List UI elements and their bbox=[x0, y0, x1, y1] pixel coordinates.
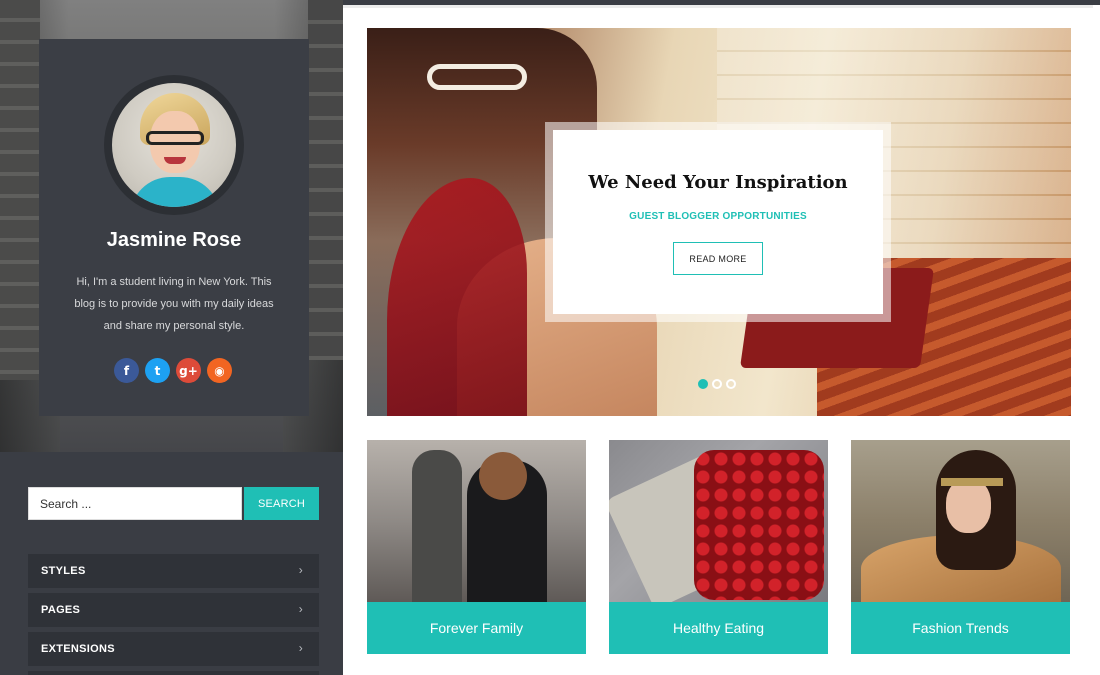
rss-icon[interactable]: ◉ bbox=[207, 358, 232, 383]
tile-image-family[interactable] bbox=[367, 440, 586, 602]
slider-dot-1[interactable] bbox=[698, 379, 708, 389]
avatar-shirt bbox=[130, 177, 220, 207]
hero-sunglasses bbox=[427, 64, 527, 90]
tile-label[interactable]: Fashion Trends bbox=[851, 602, 1070, 654]
sidebar-item-extensions[interactable]: EXTENSIONS › bbox=[28, 632, 319, 666]
sidebar-item-styles[interactable]: STYLES › bbox=[28, 554, 319, 588]
image-head bbox=[479, 452, 527, 500]
twitter-icon[interactable]: t bbox=[145, 358, 170, 383]
image-cherries bbox=[694, 450, 824, 600]
image-figure-child bbox=[412, 450, 462, 602]
building-right bbox=[308, 0, 343, 360]
hero-title: We Need Your Inspiration bbox=[588, 172, 848, 193]
sidebar-item-label: STYLES bbox=[41, 565, 86, 577]
hero-slider[interactable]: We Need Your Inspiration GUEST BLOGGER O… bbox=[367, 28, 1071, 416]
avatar[interactable] bbox=[112, 83, 236, 207]
hero-subtitle[interactable]: GUEST BLOGGER OPPORTUNITIES bbox=[553, 211, 883, 222]
main-content: We Need Your Inspiration GUEST BLOGGER O… bbox=[343, 0, 1100, 675]
avatar-glasses bbox=[146, 131, 204, 145]
avatar-mouth bbox=[164, 157, 186, 164]
image-headband bbox=[941, 478, 1003, 486]
sidebar-item-pages[interactable]: PAGES › bbox=[28, 593, 319, 627]
hero-caption-card: We Need Your Inspiration GUEST BLOGGER O… bbox=[545, 122, 891, 322]
chevron-right-icon: › bbox=[298, 641, 303, 655]
tile-label[interactable]: Forever Family bbox=[367, 602, 586, 654]
sidebar-item-label: EXTENSIONS bbox=[41, 643, 115, 655]
slider-dot-2[interactable] bbox=[712, 379, 722, 389]
tile-fashion-trends[interactable]: Fashion Trends bbox=[851, 440, 1070, 654]
avatar-ring bbox=[104, 75, 244, 215]
google-plus-icon[interactable]: g+ bbox=[176, 358, 201, 383]
chevron-right-icon: › bbox=[298, 602, 303, 616]
sidebar-item-label: PAGES bbox=[41, 604, 81, 616]
facebook-icon[interactable]: f bbox=[114, 358, 139, 383]
image-face bbox=[946, 478, 991, 533]
search-button[interactable]: SEARCH bbox=[244, 487, 319, 520]
social-links: f t g+ ◉ bbox=[114, 358, 238, 384]
top-divider bbox=[343, 5, 1093, 8]
slider-dot-3[interactable] bbox=[726, 379, 736, 389]
chevron-right-icon: › bbox=[298, 563, 303, 577]
search-input[interactable]: Search ... bbox=[28, 487, 242, 520]
slider-dots bbox=[698, 379, 736, 389]
hero-caption-inner: We Need Your Inspiration GUEST BLOGGER O… bbox=[553, 130, 883, 314]
tile-forever-family[interactable]: Forever Family bbox=[367, 440, 586, 654]
profile-card: Jasmine Rose Hi, I'm a student living in… bbox=[39, 39, 309, 416]
profile-name: Jasmine Rose bbox=[106, 229, 242, 251]
sidebar: Jasmine Rose Hi, I'm a student living in… bbox=[0, 0, 343, 675]
tile-image-fashion[interactable] bbox=[851, 440, 1070, 602]
read-more-button[interactable]: READ MORE bbox=[673, 242, 763, 275]
tile-label[interactable]: Healthy Eating bbox=[609, 602, 828, 654]
tile-healthy-eating[interactable]: Healthy Eating bbox=[609, 440, 828, 654]
profile-bio: Hi, I'm a student living in New York. Th… bbox=[74, 276, 274, 332]
tile-image-cherries[interactable] bbox=[609, 440, 828, 602]
building-left bbox=[0, 0, 40, 380]
sidebar-item-next[interactable] bbox=[28, 671, 319, 675]
